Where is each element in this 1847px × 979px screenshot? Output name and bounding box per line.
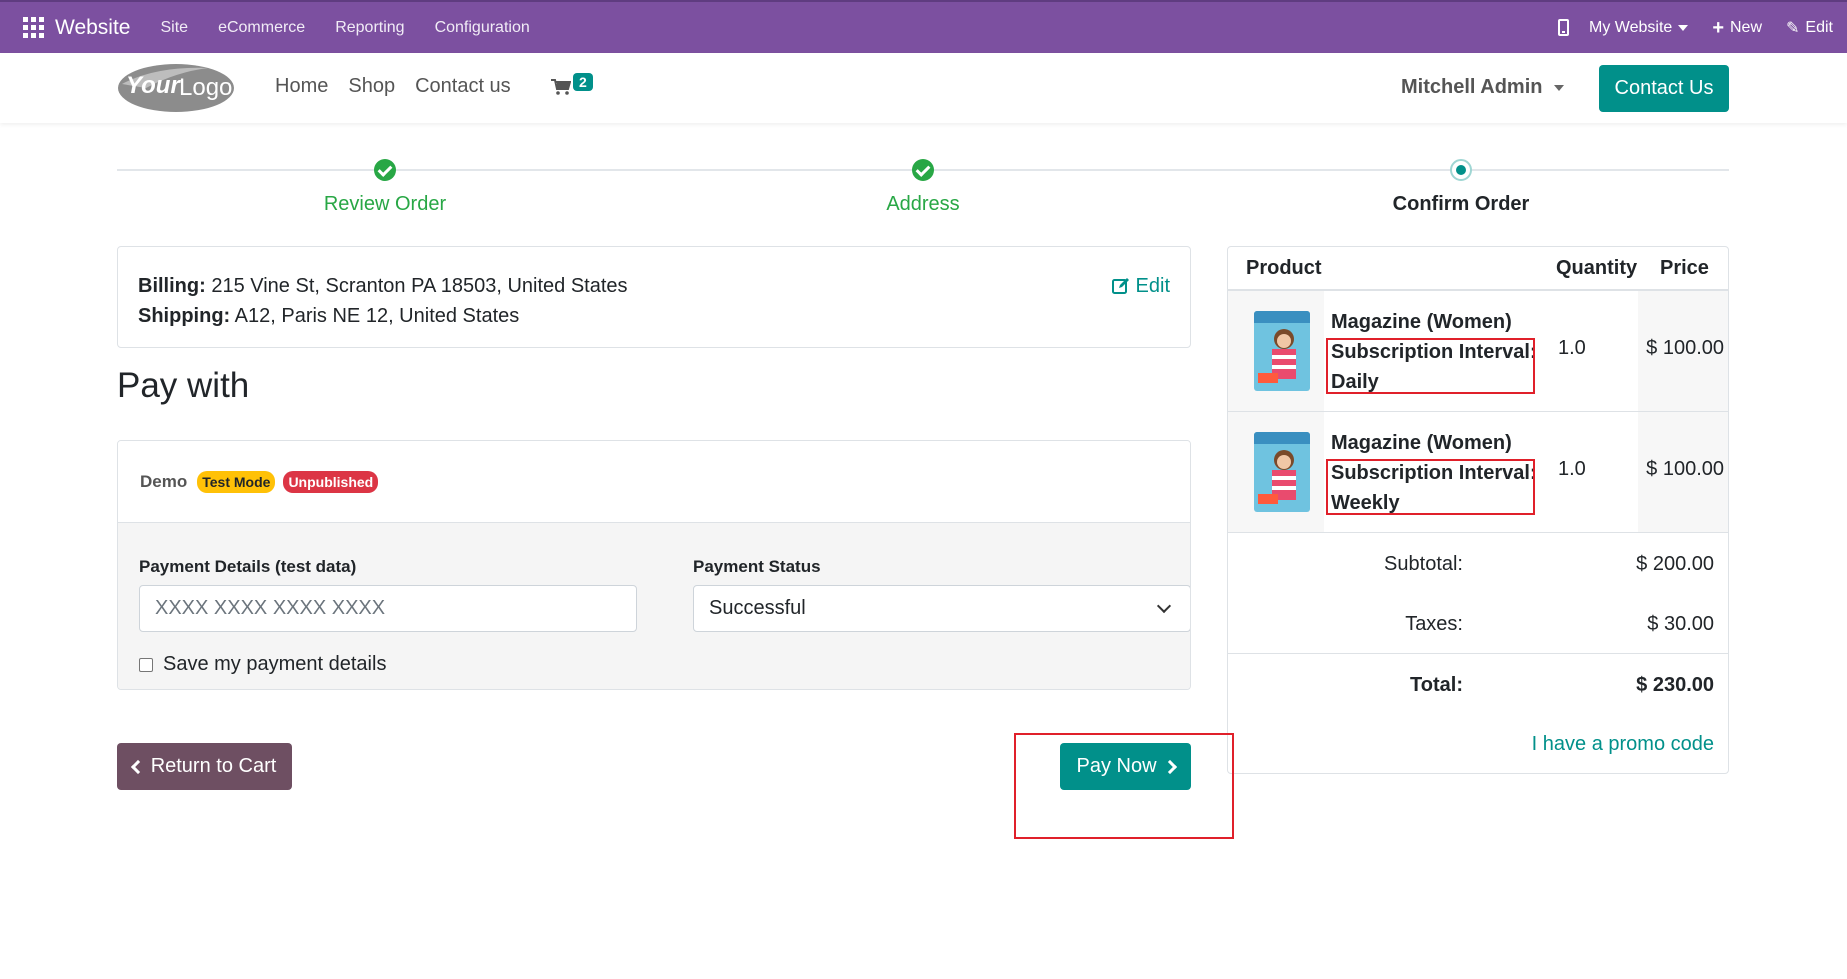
highlight-daily-variant	[1326, 338, 1535, 394]
site-header: Your Logo Home Shop Contact us 2 Mitchel…	[0, 53, 1847, 123]
taxes-label: Taxes:	[1405, 613, 1463, 635]
payment-provider-header[interactable]: Demo Test Mode Unpublished	[118, 441, 1190, 523]
menu-configuration[interactable]: Configuration	[435, 19, 530, 37]
promo-code-link[interactable]: I have a promo code	[1532, 733, 1714, 756]
test-mode-badge: Test Mode	[197, 470, 276, 493]
shipping-label: Shipping:	[138, 305, 231, 327]
svg-text:Logo: Logo	[179, 74, 232, 101]
step-label: Confirm Order	[1392, 193, 1530, 215]
subtotal-label: Subtotal:	[1384, 553, 1463, 575]
product-name: Magazine (Women)	[1331, 432, 1512, 454]
step-label: Review Order	[323, 193, 447, 215]
product-quantity: 1.0	[1558, 458, 1586, 480]
new-label: New	[1730, 18, 1763, 36]
return-to-cart-button[interactable]: Return to Cart	[117, 743, 292, 790]
edit-button[interactable]: ✎ Edit	[1786, 18, 1833, 38]
shipping-line: Shipping: A12, Paris NE 12, United State…	[138, 301, 1170, 331]
product-image[interactable]	[1254, 432, 1310, 512]
payment-status-label: Payment Status	[693, 557, 821, 576]
product-name: Magazine (Women)	[1331, 311, 1512, 333]
step-address[interactable]: Address	[813, 150, 1033, 216]
save-details-label: Save my payment details	[163, 653, 387, 675]
summary-table-header: Product Quantity Price	[1228, 247, 1728, 291]
product-column-header: Product	[1246, 257, 1322, 279]
menu-ecommerce[interactable]: eCommerce	[218, 19, 305, 37]
edit-label: Edit	[1135, 275, 1170, 297]
payment-details-label: Payment Details (test data)	[139, 557, 357, 576]
svg-text:Your: Your	[126, 72, 181, 99]
address-card: Billing: 215 Vine St, Scranton PA 18503,…	[117, 246, 1191, 348]
check-circle-icon	[912, 159, 934, 181]
payment-status-select[interactable]: Successful	[693, 585, 1190, 632]
edit-label: Edit	[1805, 18, 1833, 36]
pay-with-title: Pay with	[117, 366, 250, 405]
quantity-column-header: Quantity	[1556, 257, 1638, 279]
new-button[interactable]: + New	[1712, 18, 1762, 38]
app-name[interactable]: Website	[55, 16, 130, 40]
nav-home[interactable]: Home	[275, 75, 328, 98]
step-label: Address	[886, 193, 960, 215]
admin-navbar: Website Site eCommerce Reporting Configu…	[0, 0, 1847, 53]
divider	[1228, 653, 1728, 654]
check-circle-icon	[374, 159, 396, 181]
nav-shop[interactable]: Shop	[348, 75, 395, 98]
taxes-value: $ 30.00	[1647, 613, 1714, 635]
product-image[interactable]	[1254, 311, 1310, 391]
save-details-option[interactable]: Save my payment details	[139, 653, 386, 676]
site-logo[interactable]: Your Logo	[116, 62, 236, 114]
provider-name: Demo	[140, 471, 188, 491]
apps-grid-icon[interactable]	[18, 13, 48, 43]
cart-link[interactable]: 2	[551, 73, 599, 101]
save-details-checkbox[interactable]	[139, 657, 153, 672]
total-value: $ 230.00	[1636, 674, 1714, 696]
menu-site[interactable]: Site	[160, 19, 188, 37]
return-to-cart-label: Return to Cart	[150, 755, 277, 777]
menu-reporting[interactable]: Reporting	[335, 19, 404, 37]
pencil-icon: ✎	[1786, 19, 1800, 37]
billing-line: Billing: 215 Vine St, Scranton PA 18503,…	[138, 271, 1170, 301]
chevron-left-icon	[130, 759, 145, 774]
payment-status-value: Successful	[709, 597, 806, 619]
step-review-order[interactable]: Review Order	[275, 150, 495, 216]
website-selector-label: My Website	[1589, 18, 1673, 36]
edit-address-link[interactable]: Edit	[1111, 271, 1170, 301]
subtotal-value: $ 200.00	[1636, 553, 1714, 575]
cart-icon	[551, 79, 571, 95]
unpublished-badge: Unpublished	[283, 470, 379, 493]
current-step-icon	[1450, 159, 1472, 181]
nav-contact-us[interactable]: Contact us	[415, 75, 511, 98]
product-quantity: 1.0	[1558, 337, 1586, 359]
billing-address: 215 Vine St, Scranton PA 18503, United S…	[211, 275, 628, 297]
total-label: Total:	[1410, 674, 1463, 696]
highlight-weekly-variant	[1326, 459, 1535, 515]
payment-form: Payment Details (test data) Payment Stat…	[118, 523, 1190, 689]
mobile-preview-icon[interactable]	[1558, 19, 1570, 36]
user-name: Mitchell Admin	[1401, 76, 1543, 98]
shipping-address: A12, Paris NE 12, United States	[234, 305, 520, 327]
product-price: $ 100.00	[1646, 337, 1724, 359]
product-price: $ 100.00	[1646, 458, 1724, 480]
edit-icon	[1111, 278, 1129, 294]
website-selector[interactable]: My Website	[1589, 18, 1689, 37]
plus-icon: +	[1712, 16, 1724, 39]
user-menu[interactable]: Mitchell Admin	[1401, 76, 1565, 99]
billing-label: Billing:	[138, 275, 206, 297]
card-number-input[interactable]	[139, 585, 637, 632]
caret-down-icon	[1678, 24, 1689, 31]
contact-us-button[interactable]: Contact Us	[1599, 65, 1729, 112]
chevron-down-icon	[1156, 598, 1172, 614]
checkout-progress: Review Order Address Confirm Order	[117, 150, 1729, 230]
step-confirm-order: Confirm Order	[1351, 150, 1571, 216]
cart-count-badge: 2	[573, 73, 593, 91]
highlight-pay-now	[1014, 733, 1234, 839]
payment-method-card: Demo Test Mode Unpublished Payment Detai…	[117, 440, 1191, 690]
caret-down-icon	[1554, 84, 1565, 91]
price-column-header: Price	[1660, 257, 1709, 279]
main-nav: Home Shop Contact us	[275, 75, 511, 98]
